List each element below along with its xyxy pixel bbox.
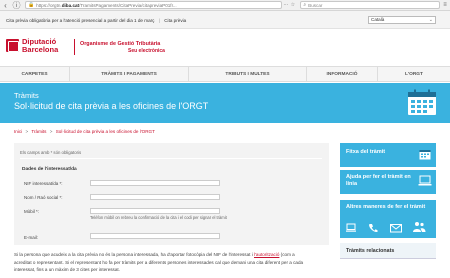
browser-toolbar: ‹ ⓘ 🔒 https://orgtn. diba.cat /TramitsPa…	[0, 0, 450, 11]
name-label: Nom / Raó social *:	[24, 195, 63, 200]
logo-line-2[interactable]: Barcelona	[22, 45, 58, 54]
calendar-icon	[419, 150, 431, 160]
search-placeholder: Buscar	[308, 2, 323, 8]
note-text-b: (com a	[279, 252, 295, 257]
nav-informacio[interactable]: INFORMACIÓ	[307, 67, 378, 82]
breadcrumb-home[interactable]: Inici	[14, 129, 22, 134]
url-prefix: https://orgtn.	[36, 2, 62, 8]
note-line-2: acreditat o representant. Si el represen…	[14, 259, 304, 265]
nav-orgt[interactable]: L'ORGT	[378, 67, 450, 82]
note-text-a: Si la persona que acudeix a la cita prèv…	[14, 252, 255, 257]
page-actions-icon[interactable]: ···	[282, 2, 289, 8]
sidebar-tramits-relacionats[interactable]: Tràmits relacionats	[340, 243, 436, 259]
info-icon[interactable]: ⓘ	[11, 0, 22, 11]
nav-tributs-multes[interactable]: TRIBUTS I MULTES	[189, 67, 307, 82]
page-title: Sol·licitud de cita prèvia a les oficine…	[14, 101, 209, 111]
people-icon	[413, 222, 426, 232]
url-domain: diba.cat	[61, 2, 80, 8]
breadcrumb-tramits[interactable]: Tràmits	[31, 129, 46, 134]
bookmark-star-icon[interactable]: ☆	[289, 2, 296, 8]
nav-carpetes[interactable]: CARPETES	[0, 67, 70, 82]
notice-separator: |	[158, 18, 160, 23]
email-label: E-mail:	[24, 235, 39, 240]
url-bar[interactable]: 🔒 https://orgtn. diba.cat /TramitsPagame…	[24, 1, 283, 9]
language-value: Català	[371, 17, 385, 22]
envelope-icon	[390, 224, 402, 233]
name-input[interactable]	[90, 194, 220, 200]
banner-label: Tràmits	[14, 91, 39, 100]
menu-icon[interactable]: ≡	[440, 2, 450, 8]
appointment-form: Els camps amb * són obligatoris Dades de…	[14, 143, 329, 245]
top-info-strip: Cita prèvia obligatòria per a l'atenció …	[0, 11, 450, 29]
cita-previa-link[interactable]: Cita prèvia	[164, 18, 186, 23]
breadcrumb-separator: >	[25, 129, 29, 134]
form-section-title: Dades de l'interessat/da	[22, 167, 77, 172]
mobile-hint: Telèfon mòbil on rebreu la confirmació d…	[90, 215, 227, 220]
page-banner: Tràmits Sol·licitud de cita prèvia a les…	[0, 83, 450, 123]
mobile-label: Mòbil *:	[24, 209, 40, 214]
sidebar-ajuda[interactable]: Ajuda per fer el tràmit en línia	[340, 170, 436, 194]
laptop-icon	[418, 175, 432, 186]
back-icon[interactable]: ‹	[0, 0, 11, 11]
main-nav: CARPETES TRÀMITS I PAGAMENTS TRIBUTS I M…	[0, 67, 450, 82]
laptop-icon	[346, 223, 356, 232]
mobile-input[interactable]	[90, 208, 220, 214]
sidebar-altres-label: Altres maneres de fer el tràmit	[346, 204, 426, 210]
nif-input[interactable]	[90, 180, 220, 186]
url-path: /TramitsPagaments/CitaPrevia/citapreviaP…	[79, 2, 177, 8]
representative-note: Si la persona que acudeix a la cita prèv…	[14, 251, 329, 274]
lock-icon: 🔒	[27, 2, 35, 8]
note-line-1: Si la persona que acudeix a la cita prèv…	[14, 251, 329, 259]
search-icon: ⌕	[303, 2, 307, 8]
required-note: Els camps amb * són obligatoris	[20, 150, 82, 155]
diputacio-logo-icon[interactable]	[6, 39, 19, 52]
org-subtitle: Seu electrònica	[128, 48, 165, 54]
top-notice: Cita prèvia obligatòria per a l'atenció …	[6, 18, 186, 23]
notice-text: Cita prèvia obligatòria per a l'atenció …	[6, 18, 155, 23]
chevron-down-icon: ⌄	[428, 17, 433, 23]
sidebar-fitxa-label: Fitxa del tràmit	[346, 149, 386, 155]
header-divider	[74, 39, 75, 55]
language-select[interactable]: Català ⌄	[368, 16, 436, 24]
authorization-link[interactable]: l'autorització	[254, 252, 279, 257]
calendar-icon	[408, 89, 436, 115]
org-name[interactable]: Organisme de Gestió Tributària	[80, 41, 160, 47]
form-divider	[20, 158, 322, 159]
sidebar-ajuda-label: Ajuda per fer el tràmit en línia	[346, 174, 411, 187]
breadcrumb: Inici > Tràmits > Sol·licitud de cita pr…	[14, 129, 155, 134]
site-header: Diputació Barcelona Organisme de Gestió …	[0, 29, 450, 67]
breadcrumb-separator: >	[49, 129, 53, 134]
breadcrumb-current: Sol·licitud de cita prèvia a les oficine…	[55, 129, 155, 134]
note-line-3: interessat, fins a un màxim de 3 cites p…	[14, 267, 120, 272]
nav-tramits-pagaments[interactable]: TRÀMITS I PAGAMENTS	[70, 67, 189, 82]
browser-search-input[interactable]: ⌕ Buscar	[300, 1, 441, 9]
sidebar-altres-maneres[interactable]: Altres maneres de fer el tràmit	[340, 200, 436, 238]
nif-label: NIF interessat/da *:	[24, 181, 63, 186]
email-input[interactable]	[90, 233, 220, 239]
phone-icon	[369, 224, 378, 233]
sidebar-fitxa-tramit[interactable]: Fitxa del tràmit	[340, 143, 436, 167]
